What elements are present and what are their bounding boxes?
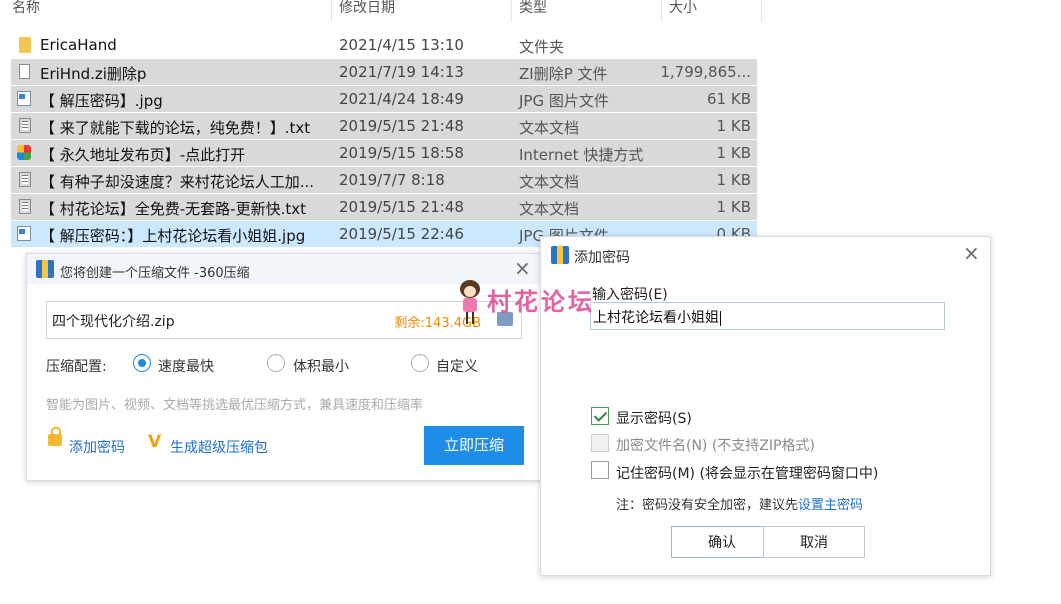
file-type: Internet 快捷方式	[519, 146, 644, 164]
option-size-smallest-label[interactable]: 体积最小	[293, 356, 349, 376]
dialog-title: 您将创建一个压缩文件 -360压缩	[60, 266, 250, 281]
file-type: 文本文档	[519, 200, 580, 218]
option-custom-label[interactable]: 自定义	[436, 356, 478, 376]
column-header-name[interactable]: 名称	[12, 0, 40, 22]
file-size: 1 KB	[716, 171, 751, 189]
watermark-text: 村花论坛	[487, 287, 595, 316]
text-file-icon	[19, 118, 31, 133]
file-date: 2021/4/24 18:49	[339, 90, 464, 108]
password-input[interactable]: 上村花论坛看小姐姐	[590, 302, 945, 330]
column-divider[interactable]	[511, 0, 512, 22]
text-file-icon	[19, 172, 31, 187]
security-note-text: 注：密码没有安全加密，建议先	[616, 498, 799, 513]
compress-config-label: 压缩配置:	[46, 359, 107, 375]
file-row[interactable]: 【 永久地址发布页】-点此打开 2019/5/15 18:58 Internet 快…	[11, 140, 757, 166]
encrypt-filenames-label: 加密文件名(N) (不支持ZIP格式)	[616, 438, 815, 454]
close-icon[interactable]: ×	[514, 258, 531, 278]
show-password-checkbox[interactable]	[591, 407, 609, 425]
file-size: 61 KB	[707, 90, 751, 108]
file-row[interactable]: EriHnd.zi删除p 2021/7/19 14:13 ZI删除P 文件 1,799…	[11, 59, 757, 85]
column-header-date[interactable]: 修改日期	[339, 0, 395, 22]
file-date: 2019/5/15 18:58	[339, 144, 464, 162]
file-type: 文本文档	[519, 173, 580, 191]
file-row[interactable]: EricaHand 2021/4/15 13:10 文件夹	[11, 32, 757, 58]
dialog-title: 添加密码	[574, 250, 630, 266]
column-header-size[interactable]: 大小	[669, 0, 697, 22]
file-name[interactable]: 【 解压密码】.jpg	[40, 90, 163, 111]
cartoon-girl-icon	[457, 280, 483, 324]
file-icon	[19, 64, 30, 79]
file-type: JPG 图片文件	[519, 92, 609, 110]
file-type: 文本文档	[519, 119, 580, 137]
radio-size-smallest[interactable]	[267, 354, 285, 372]
password-value[interactable]: 上村花论坛看小姐姐	[593, 310, 719, 326]
file-date: 2021/7/19 14:13	[339, 63, 464, 81]
internet-shortcut-icon	[17, 145, 31, 160]
text-file-icon	[19, 199, 31, 214]
file-name[interactable]: 【 永久地址发布页】-点此打开	[40, 144, 245, 165]
archive-name-value[interactable]: 四个现代化介绍.zip	[52, 311, 175, 331]
ok-button[interactable]: 确认	[671, 526, 773, 558]
compress-now-button[interactable]: 立即压缩	[424, 426, 524, 465]
close-icon[interactable]: ×	[963, 243, 980, 263]
text-caret	[720, 310, 721, 326]
360-zip-app-icon	[551, 246, 569, 264]
file-name[interactable]: EricaHand	[40, 36, 117, 54]
security-note: 注：密码没有安全加密，建议先设置主密码	[616, 494, 863, 513]
file-name[interactable]: 【 村花论坛】全免费-无套路-更新快.txt	[40, 198, 306, 219]
file-date: 2019/7/7 8:18	[339, 171, 445, 189]
cancel-button[interactable]: 取消	[763, 526, 865, 558]
column-divider[interactable]	[331, 0, 332, 22]
file-name[interactable]: 【 来了就能下载的论坛，纯免费！】.txt	[40, 117, 310, 138]
file-size: 1 KB	[716, 198, 751, 216]
lock-icon[interactable]	[48, 427, 62, 446]
file-row[interactable]: 【 村花论坛】全免费-无套路-更新快.txt 2019/5/15 21:48 文本文…	[11, 194, 757, 220]
add-password-dialog: 添加密码 × 输入密码(E) 上村花论坛看小姐姐 显示密码(S) 加密文件名(N…	[540, 236, 991, 576]
remember-password-label[interactable]: 记住密码(M) (将会显示在管理密码窗口中)	[616, 463, 878, 483]
encrypt-filenames-checkbox	[591, 434, 609, 452]
file-row[interactable]: 【 有种子却没速度？来村花论坛人工加... 2019/7/7 8:18 文本文档 1 …	[11, 167, 757, 193]
image-file-icon	[17, 91, 31, 106]
add-password-link[interactable]: 添加密码	[69, 437, 125, 457]
super-pack-link[interactable]: 生成超级压缩包	[170, 437, 268, 457]
file-name[interactable]: EriHnd.zi删除p	[40, 63, 146, 84]
file-size: 1,799,865...	[660, 63, 751, 81]
folder-icon	[19, 37, 31, 53]
360-zip-app-icon	[36, 260, 54, 278]
file-row[interactable]: 【 来了就能下载的论坛，纯免费！】.txt 2019/5/15 21:48 文本文档…	[11, 113, 757, 139]
file-name[interactable]: 【 有种子却没速度？来村花论坛人工加...	[40, 171, 314, 192]
file-date: 2019/5/15 22:46	[339, 225, 464, 243]
column-header-type[interactable]: 类型	[519, 0, 547, 22]
column-divider[interactable]	[661, 0, 662, 22]
archive-name-field[interactable]: 四个现代化介绍.zip 剩余:143.4GB	[46, 301, 522, 339]
show-password-label[interactable]: 显示密码(S)	[616, 408, 692, 428]
forum-watermark: 村花论坛	[455, 278, 605, 328]
file-date: 2021/4/15 13:10	[339, 36, 464, 54]
file-size: 1 KB	[716, 117, 751, 135]
column-divider[interactable]	[761, 0, 762, 22]
file-date: 2019/5/15 21:48	[339, 117, 464, 135]
file-name[interactable]: 【 解压密码：】上村花论坛看小姐姐.jpg	[40, 225, 305, 246]
remember-password-checkbox[interactable]	[591, 461, 609, 479]
file-size: 1 KB	[716, 144, 751, 162]
file-date: 2019/5/15 21:48	[339, 198, 464, 216]
vip-v-icon: V	[148, 432, 162, 452]
set-master-password-link[interactable]: 设置主密码	[798, 498, 863, 513]
radio-custom[interactable]	[411, 354, 429, 372]
compress-hint: 智能为图片、视频、文档等挑选最优压缩方式，兼具速度和压缩率	[46, 398, 424, 413]
file-type: ZI删除P 文件	[519, 65, 608, 83]
radio-speed-fastest[interactable]	[133, 354, 151, 372]
image-file-icon	[17, 226, 31, 241]
option-speed-fastest-label[interactable]: 速度最快	[158, 356, 214, 376]
file-type: 文件夹	[519, 38, 565, 56]
file-row[interactable]: 【 解压密码】.jpg 2021/4/24 18:49 JPG 图片文件 61 KB	[11, 86, 757, 112]
